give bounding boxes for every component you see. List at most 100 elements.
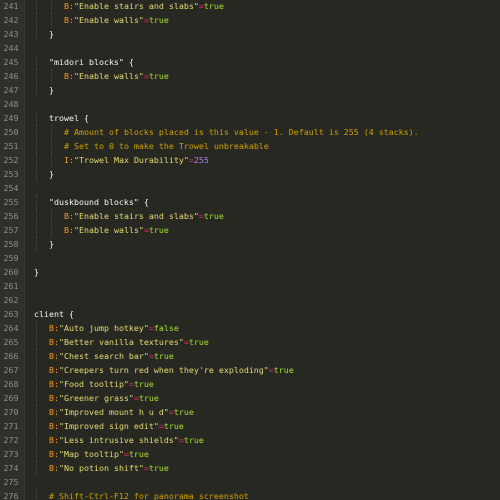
code-text: B:"Less intrusive shields"=true	[49, 433, 204, 447]
code-line[interactable]: 275	[0, 475, 500, 489]
indent-guide	[36, 27, 37, 41]
string-token: "Auto jump hotkey"	[59, 323, 149, 333]
line-number: 276	[3, 491, 19, 500]
indent-guide	[36, 377, 37, 391]
code-line[interactable]: 245 "midori blocks" {	[0, 55, 500, 69]
line-number: 246	[3, 71, 19, 81]
code-line[interactable]: 253}	[0, 167, 500, 181]
code-line[interactable]: 272 B:"Less intrusive shields"=true	[0, 433, 500, 447]
code-line[interactable]: 274 B:"No potion shift"=true	[0, 461, 500, 475]
string-token: "Greener grass"	[59, 393, 134, 403]
string-token: "Map tooltip"	[59, 449, 124, 459]
code-line[interactable]: 263 client {	[0, 307, 500, 321]
type-prefix: B:	[49, 421, 59, 431]
line-number: 264	[3, 323, 19, 333]
indent-guide	[36, 405, 37, 419]
code-line[interactable]: 257 B:"Enable walls"=true	[0, 223, 500, 237]
code-line[interactable]: 248	[0, 97, 500, 111]
type-prefix: B:	[49, 365, 59, 375]
code-line[interactable]: 256 B:"Enable stairs and slabs"=true	[0, 209, 500, 223]
code-line[interactable]: 268 B:"Food tooltip"=true	[0, 377, 500, 391]
line-number: 258	[3, 239, 19, 249]
line-number: 263	[3, 309, 19, 319]
boolean-token: true	[133, 379, 154, 389]
line-number: 254	[3, 183, 19, 193]
indent-guide	[36, 349, 37, 363]
code-line[interactable]: 244	[0, 41, 500, 55]
code-text: B:"Improved sign edit"=true	[49, 419, 184, 433]
code-text: client {	[34, 307, 74, 321]
code-line[interactable]: 254	[0, 181, 500, 195]
type-prefix: B:	[64, 225, 74, 235]
code-line[interactable]: 247}	[0, 83, 500, 97]
code-line[interactable]: 250 # Amount of blocks placed is this val…	[0, 125, 500, 139]
line-number: 251	[3, 141, 19, 151]
string-token: "Improved mount h u d"	[59, 407, 169, 417]
code-line[interactable]: 266 B:"Chest search bar"=true	[0, 349, 500, 363]
plain-token: }	[49, 169, 54, 179]
code-text: trowel {	[49, 111, 89, 125]
code-line[interactable]: 273 B:"Map tooltip"=true	[0, 447, 500, 461]
line-number: 265	[3, 337, 19, 347]
code-line[interactable]: 246 B:"Enable walls"=true	[0, 69, 500, 83]
code-line[interactable]: 252 I:"Trowel Max Durability"=255	[0, 153, 500, 167]
indent-guide	[36, 139, 37, 153]
code-line[interactable]: 241 B:"Enable stairs and slabs"=true	[0, 0, 500, 13]
line-number: 259	[3, 253, 19, 263]
code-line[interactable]: 269 B:"Greener grass"=true	[0, 391, 500, 405]
code-text: B:"Chest search bar"=true	[49, 349, 174, 363]
code-line[interactable]: 276 # Shift-Ctrl-F12 for panorama screens…	[0, 489, 500, 500]
plain-token: }	[49, 85, 54, 95]
line-number: 241	[3, 1, 19, 11]
indent-guide	[51, 69, 52, 83]
code-text: B:"Improved mount h u d"=true	[49, 405, 194, 419]
line-number: 242	[3, 15, 19, 25]
boolean-token: true	[273, 365, 294, 375]
plain-token: }	[49, 29, 54, 39]
plain-token: }	[34, 267, 39, 277]
indent-guide	[36, 321, 37, 335]
line-number: 244	[3, 43, 19, 53]
indent-guide	[36, 335, 37, 349]
code-line[interactable]: 255 "duskbound blocks" {	[0, 195, 500, 209]
code-text: B:"Enable stairs and slabs"=true	[64, 209, 224, 223]
indent-guide	[36, 209, 37, 223]
code-text: }	[49, 27, 54, 41]
boolean-token: true	[183, 435, 204, 445]
type-prefix: B:	[64, 1, 74, 11]
code-line[interactable]: 242 B:"Enable walls"=true	[0, 13, 500, 27]
indent-guide	[51, 223, 52, 237]
code-line[interactable]: 258}	[0, 237, 500, 251]
indent-guide	[36, 195, 37, 209]
code-text: B:"Map tooltip"=true	[49, 447, 149, 461]
indent-guide	[36, 237, 37, 251]
boolean-token: true	[148, 225, 169, 235]
code-line[interactable]: 265 B:"Better vanilla textures"=true	[0, 335, 500, 349]
code-line[interactable]: 251 # Set to 0 to make the Trowel unbreak…	[0, 139, 500, 153]
plain-token: "duskbound blocks" {	[49, 197, 149, 207]
code-line[interactable]: 270 B:"Improved mount h u d"=true	[0, 405, 500, 419]
boolean-token: true	[173, 407, 194, 417]
indent-guide	[36, 461, 37, 475]
line-number: 272	[3, 435, 19, 445]
line-number: 268	[3, 379, 19, 389]
indent-guide	[36, 125, 37, 139]
code-text: B:"Enable walls"=true	[64, 69, 169, 83]
code-editor[interactable]: 241 B:"Enable stairs and slabs"=true 242 B:…	[0, 0, 500, 500]
code-line[interactable]: 260}	[0, 265, 500, 279]
code-line[interactable]: 261	[0, 279, 500, 293]
boolean-token: true	[153, 351, 174, 361]
code-line[interactable]: 264 B:"Auto jump hotkey"=false	[0, 321, 500, 335]
code-text: "duskbound blocks" {	[49, 195, 149, 209]
type-prefix: B:	[49, 323, 59, 333]
indent-guide	[36, 13, 37, 27]
code-line[interactable]: 249 trowel {	[0, 111, 500, 125]
indent-guide	[36, 69, 37, 83]
code-line[interactable]: 259	[0, 251, 500, 265]
code-line[interactable]: 262	[0, 293, 500, 307]
code-line[interactable]: 267 B:"Creepers turn red when they're exp…	[0, 363, 500, 377]
type-prefix: B:	[49, 435, 59, 445]
code-line[interactable]: 243}	[0, 27, 500, 41]
comment-token: # Shift-Ctrl-F12 for panorama screenshot	[49, 491, 249, 500]
code-line[interactable]: 271 B:"Improved sign edit"=true	[0, 419, 500, 433]
